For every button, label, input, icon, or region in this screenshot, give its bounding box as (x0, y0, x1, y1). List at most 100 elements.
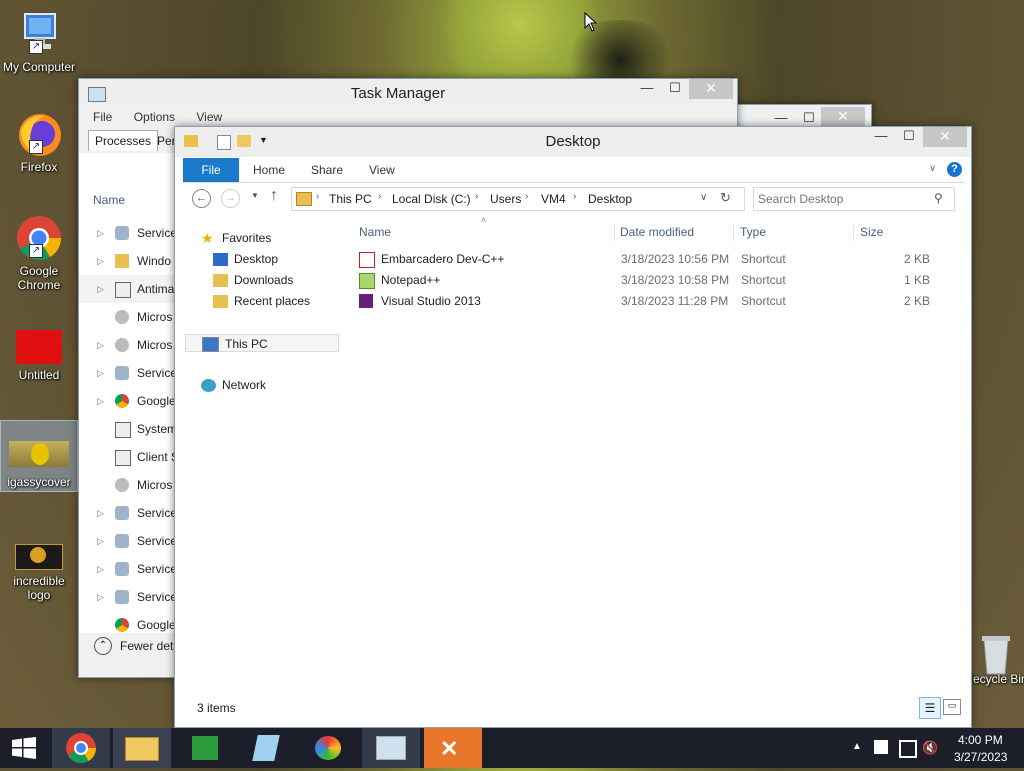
breadcrumb-users[interactable]: Users (490, 192, 521, 206)
column-header-date-modified[interactable]: Date modified (620, 221, 694, 243)
tab-performance[interactable]: Per (157, 134, 176, 148)
network-tray-icon[interactable] (899, 740, 917, 758)
minimize-button[interactable]: — (633, 79, 661, 99)
file-row[interactable]: Notepad++ 3/18/2023 10:58 PM Shortcut 1 … (355, 270, 1024, 291)
close-button[interactable]: ✕ (689, 79, 733, 99)
app-icon (115, 422, 131, 438)
breadcrumb-desktop[interactable]: Desktop (588, 192, 632, 206)
nav-desktop[interactable]: Desktop (213, 250, 278, 268)
tab-home[interactable]: Home (253, 158, 285, 182)
process-row[interactable]: ▷ Micros (79, 331, 175, 359)
file-row[interactable]: Embarcadero Dev-C++ 3/18/2023 10:56 PM S… (355, 249, 1024, 270)
expand-icon[interactable]: ▷ (97, 359, 104, 387)
address-dropdown-icon[interactable]: ∨ (700, 192, 707, 203)
forward-button[interactable]: → (221, 189, 240, 208)
taskbar-store-button[interactable] (176, 728, 234, 768)
process-row[interactable]: System (79, 415, 177, 443)
desktop-icon-untitled[interactable]: Untitled (1, 330, 77, 394)
desktop-icon-firefox[interactable]: ↗ Firefox (1, 110, 77, 174)
tab-processes[interactable]: Processes (88, 130, 159, 151)
process-row[interactable]: ▷ Google (79, 387, 176, 415)
expand-icon[interactable]: ▷ (97, 331, 104, 359)
process-row[interactable]: Micros (79, 303, 175, 331)
process-row[interactable]: ▷ Service (79, 583, 177, 611)
explorer-window[interactable]: ▼ Desktop — ☐ ✕ File Home Share View ∨ ?… (174, 126, 972, 728)
file-size: 2 KB (904, 252, 931, 266)
large-icons-view-button[interactable]: ▭ (943, 699, 961, 715)
nav-recent-places[interactable]: Recent places (213, 292, 310, 310)
windows-start-icon[interactable] (10, 737, 38, 759)
expand-icon[interactable]: ▷ (97, 275, 104, 303)
close-button[interactable]: ✕ (923, 127, 967, 147)
expand-icon[interactable]: ▷ (97, 387, 104, 415)
expand-icon[interactable]: ▷ (97, 527, 104, 555)
clock-date[interactable]: 3/27/2023 (954, 750, 1007, 764)
refresh-icon[interactable]: ↻ (720, 190, 731, 206)
process-row[interactable]: ▷ Service (79, 359, 177, 387)
show-hidden-icons-button[interactable]: ▲ (852, 741, 862, 752)
up-button[interactable]: ↑ (270, 187, 278, 205)
expand-icon[interactable]: ▷ (97, 555, 104, 583)
minimize-button[interactable]: — (867, 127, 895, 147)
back-button[interactable]: ← (192, 189, 211, 208)
details-view-button[interactable]: ☰ (919, 697, 941, 719)
process-row[interactable]: ▷ Windo (79, 247, 175, 275)
volume-muted-icon[interactable]: 🔇 (922, 740, 938, 756)
desktop-icon-google-chrome[interactable]: ↗ Google Chrome (1, 214, 77, 292)
column-header-size[interactable]: Size (860, 221, 883, 243)
desktop-icon-incredible-logo[interactable]: incredible logo (1, 542, 77, 602)
menu-view[interactable]: View (196, 107, 222, 127)
chevron-down-icon[interactable]: ∨ (929, 163, 936, 174)
column-header-name[interactable]: Name (93, 193, 125, 207)
process-row[interactable]: ▷ Service (79, 499, 177, 527)
explorer-titlebar[interactable]: ▼ Desktop — ☐ ✕ (175, 127, 971, 157)
address-box[interactable]: › This PC › Local Disk (C:) › Users › VM… (291, 187, 745, 211)
taskbar-paint-button[interactable] (300, 728, 358, 768)
menu-options[interactable]: Options (134, 107, 175, 127)
maximize-button[interactable]: ☐ (661, 79, 689, 99)
file-row[interactable]: Visual Studio 2013 3/18/2023 11:28 PM Sh… (355, 291, 1024, 312)
expand-icon[interactable]: ▷ (97, 219, 104, 247)
desktop-icon-igassycover[interactable]: igassycover (0, 420, 78, 492)
fewer-details-link[interactable]: Fewer deta (120, 639, 180, 653)
process-row[interactable]: Client S (79, 443, 179, 471)
close-button[interactable]: ✕ (821, 107, 865, 127)
app-icon (115, 282, 131, 298)
expand-icon[interactable]: ▷ (97, 583, 104, 611)
search-input[interactable] (756, 189, 930, 209)
taskbar-file-explorer-button[interactable] (113, 728, 171, 768)
tab-file[interactable]: File (183, 158, 239, 182)
breadcrumb-local-disk[interactable]: Local Disk (C:) (392, 192, 471, 206)
taskbar-xampp-button[interactable]: ✕ (424, 728, 482, 768)
taskbar-chrome-button[interactable] (52, 728, 110, 768)
search-box[interactable]: ⚲ (753, 187, 955, 211)
tab-view[interactable]: View (369, 158, 395, 182)
process-row[interactable]: ▷ Service (79, 555, 177, 583)
expand-icon[interactable]: ▷ (97, 247, 104, 275)
nav-network[interactable]: Network (201, 376, 266, 394)
maximize-button[interactable]: ☐ (895, 127, 923, 147)
help-icon[interactable]: ? (947, 162, 962, 177)
taskbar-notepad-button[interactable] (238, 728, 296, 768)
clock-time[interactable]: 4:00 PM (958, 733, 1003, 747)
process-row[interactable]: ▷ Antima (79, 275, 175, 303)
action-center-flag-icon[interactable] (874, 740, 888, 754)
nav-favorites[interactable]: ★ Favorites (201, 229, 271, 247)
process-row[interactable]: ▷ Service (79, 527, 177, 555)
breadcrumb-this-pc[interactable]: This PC (329, 192, 372, 206)
taskbar-task-manager-button[interactable] (362, 728, 420, 768)
tab-share[interactable]: Share (311, 158, 343, 182)
process-row[interactable]: Micros (79, 471, 175, 499)
nav-this-pc[interactable]: This PC (185, 334, 339, 353)
task-manager-titlebar[interactable]: Task Manager — ☐ ✕ (79, 79, 737, 107)
expand-icon[interactable]: ▷ (97, 499, 104, 527)
menu-file[interactable]: File (93, 107, 112, 127)
breadcrumb-vm4[interactable]: VM4 (541, 192, 566, 206)
process-row[interactable]: ▷ Service (79, 219, 177, 247)
column-header-name[interactable]: Name (359, 221, 391, 243)
nav-downloads[interactable]: Downloads (213, 271, 293, 289)
recent-locations-dropdown[interactable]: ▼ (251, 191, 259, 200)
chevron-up-icon[interactable]: ⌃ (94, 637, 112, 655)
column-header-type[interactable]: Type (740, 221, 766, 243)
desktop-icon-my-computer[interactable]: ↗ My Computer (1, 10, 77, 74)
